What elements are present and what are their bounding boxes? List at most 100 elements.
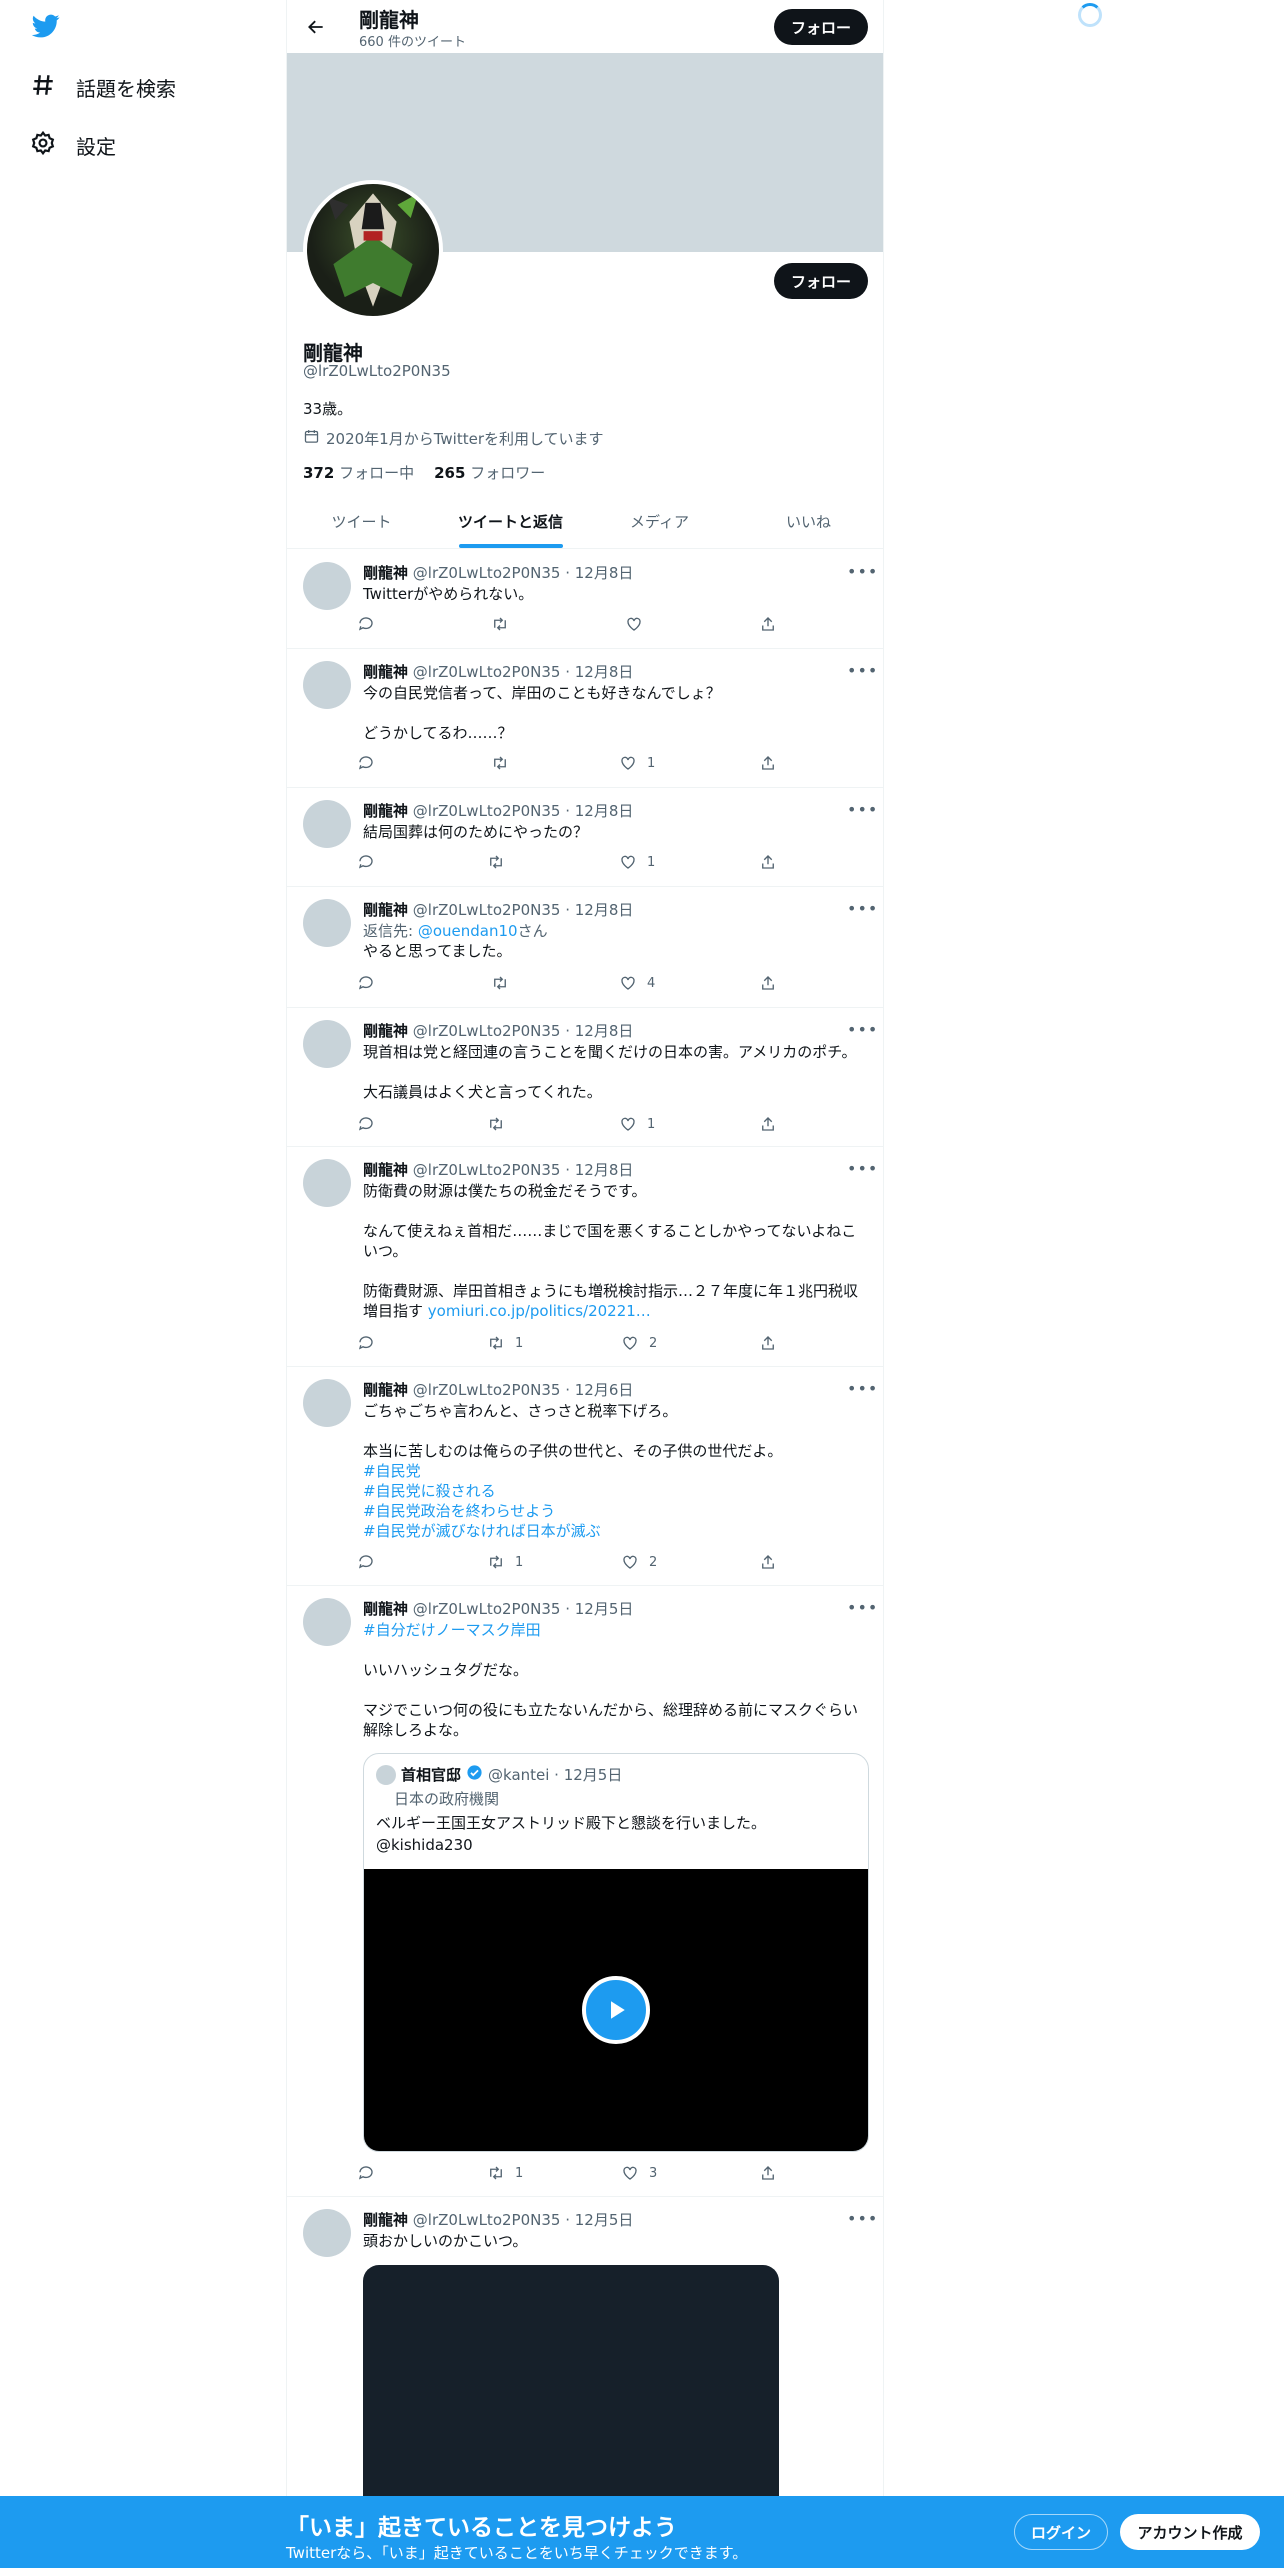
share-icon[interactable] xyxy=(759,1553,777,1571)
retweet-icon[interactable] xyxy=(491,615,519,633)
header-name: 剛龍神 xyxy=(359,8,419,32)
back-arrow-icon[interactable] xyxy=(301,12,331,42)
reply-icon[interactable] xyxy=(357,853,375,871)
share-icon[interactable] xyxy=(759,974,777,992)
tab-media[interactable]: メディア xyxy=(585,495,734,548)
tweet-avatar[interactable] xyxy=(303,2209,351,2257)
like-icon[interactable]: 1 xyxy=(619,754,655,772)
hashtag-link[interactable]: #自民党政治を終わらせよう xyxy=(363,1502,555,1520)
share-icon[interactable] xyxy=(759,2164,777,2182)
reply-icon[interactable] xyxy=(357,974,375,992)
hashtag-link[interactable]: #自分だけノーマスク岸田 xyxy=(363,1621,541,1639)
tweet-header: 剛龍神 @lrZ0LwLto2P0N35 · 12月8日 xyxy=(363,1161,634,1179)
tweet[interactable]: 剛龍神 @lrZ0LwLto2P0N35 · 12月8日 ••• 現首相は党と経… xyxy=(287,1008,883,1147)
quoted-tweet[interactable]: 首相官邸 @kantei · 12月5日 日本の政府機関 ベルギー王国王女アスト… xyxy=(363,1753,869,2152)
tweet-avatar[interactable] xyxy=(303,661,351,709)
profile-tabs: ツイート ツイートと返信 メディア いいね xyxy=(287,495,883,549)
profile-follow-button[interactable]: フォロー xyxy=(774,263,868,299)
reply-icon[interactable] xyxy=(357,2164,375,2182)
signup-button[interactable]: アカウント作成 xyxy=(1120,2514,1260,2550)
profile-joined-text: 2020年1月からTwitterを利用しています xyxy=(326,430,604,448)
retweet-icon[interactable]: 1 xyxy=(487,1334,523,1352)
hashtag-link[interactable]: #自民党 xyxy=(363,1462,421,1480)
tweet-avatar[interactable] xyxy=(303,1159,351,1207)
reply-icon[interactable] xyxy=(357,1115,375,1133)
share-icon[interactable] xyxy=(759,853,777,871)
article-link[interactable]: yomiuri.co.jp/politics/20221… xyxy=(428,1302,651,1320)
retweet-icon[interactable]: 1 xyxy=(487,1553,523,1571)
followers-link[interactable]: 265 フォロワー xyxy=(434,462,545,483)
tweet-header: 剛龍神 @lrZ0LwLto2P0N35 · 12月5日 xyxy=(363,2211,634,2229)
play-icon[interactable] xyxy=(582,1976,650,2044)
tweet-actions: 1 3 xyxy=(357,2164,797,2184)
profile-joined: 2020年1月からTwitterを利用しています xyxy=(303,428,604,449)
tab-likes[interactable]: いいね xyxy=(734,495,883,548)
profile-avatar[interactable] xyxy=(303,180,443,320)
tweet-avatar[interactable] xyxy=(303,800,351,848)
nav-settings-label: 設定 xyxy=(76,135,116,159)
tab-tweets[interactable]: ツイート xyxy=(287,495,436,548)
like-icon[interactable]: 4 xyxy=(619,974,655,992)
more-icon[interactable]: ••• xyxy=(847,1598,877,1618)
hashtag-link[interactable]: #自民党に殺される xyxy=(363,1482,496,1500)
reply-mention-link[interactable]: @ouendan10 xyxy=(418,922,518,940)
tweet-avatar[interactable] xyxy=(303,1020,351,1068)
header-follow-button[interactable]: フォロー xyxy=(774,9,868,45)
like-icon[interactable]: 1 xyxy=(619,853,655,871)
retweet-icon[interactable] xyxy=(487,853,515,871)
more-icon[interactable]: ••• xyxy=(847,562,877,582)
like-icon[interactable] xyxy=(625,615,653,633)
tweet-text: Twitterがやめられない。 xyxy=(363,585,534,603)
share-icon[interactable] xyxy=(759,754,777,772)
tab-tweets-and-replies[interactable]: ツイートと返信 xyxy=(436,495,585,548)
login-button[interactable]: ログイン xyxy=(1014,2514,1108,2550)
following-link[interactable]: 372 フォロー中 xyxy=(303,462,414,483)
like-icon[interactable]: 2 xyxy=(621,1334,657,1352)
more-icon[interactable]: ••• xyxy=(847,1379,877,1399)
retweet-icon[interactable] xyxy=(491,754,519,772)
share-icon[interactable] xyxy=(759,615,777,633)
tweet[interactable]: 剛龍神 @lrZ0LwLto2P0N35 · 12月8日 ••• Twitter… xyxy=(287,550,883,649)
more-icon[interactable]: ••• xyxy=(847,899,877,919)
tweet-avatar[interactable] xyxy=(303,1598,351,1646)
retweet-icon[interactable] xyxy=(491,974,519,992)
tweet[interactable]: 剛龍神 @lrZ0LwLto2P0N35 · 12月8日 ••• 今の自民党信者… xyxy=(287,649,883,788)
quoted-avatar xyxy=(376,1764,396,1785)
nav-settings[interactable]: 設定 xyxy=(30,130,116,161)
tweet[interactable]: 剛龍神 @lrZ0LwLto2P0N35 · 12月6日 ••• ごちゃごちゃ言… xyxy=(287,1367,883,1586)
tweet-avatar[interactable] xyxy=(303,562,351,610)
tweet-text: 今の自民党信者って、岸田のことも好きなんでしょ？ どうかしてるわ……？ xyxy=(363,684,721,742)
reply-icon[interactable] xyxy=(357,615,375,633)
hashtag-link[interactable]: #自民党が滅びなければ日本が滅ぶ xyxy=(363,1522,601,1540)
tweet[interactable]: 剛龍神 @lrZ0LwLto2P0N35 · 12月8日 ••• 返信先: @o… xyxy=(287,887,883,1008)
tweet-header: 剛龍神 @lrZ0LwLto2P0N35 · 12月8日 xyxy=(363,564,634,582)
tweet[interactable]: 剛龍神 @lrZ0LwLto2P0N35 · 12月8日 ••• 防衛費の財源は… xyxy=(287,1147,883,1367)
more-icon[interactable]: ••• xyxy=(847,2209,877,2229)
nav-explore[interactable]: 話題を検索 xyxy=(30,72,176,103)
reply-icon[interactable] xyxy=(357,754,375,772)
like-icon[interactable]: 2 xyxy=(621,1553,657,1571)
retweet-icon[interactable]: 1 xyxy=(487,2164,523,2182)
reply-icon[interactable] xyxy=(357,1334,375,1352)
tweet-text-body: いいハッシュタグだな。 マジでこいつ何の役にも立たないんだから、総理辞める前にマ… xyxy=(363,1661,859,1739)
like-icon[interactable]: 1 xyxy=(619,1115,655,1133)
tweet-avatar[interactable] xyxy=(303,1379,351,1427)
retweet-icon[interactable] xyxy=(487,1115,515,1133)
reply-icon[interactable] xyxy=(357,1553,375,1571)
verified-badge-icon xyxy=(466,1764,483,1785)
video-player[interactable] xyxy=(364,1869,868,2151)
more-icon[interactable]: ••• xyxy=(847,661,877,681)
share-icon[interactable] xyxy=(759,1334,777,1352)
share-icon[interactable] xyxy=(759,1115,777,1133)
tweet-media[interactable] xyxy=(363,2265,779,2525)
more-icon[interactable]: ••• xyxy=(847,1159,877,1179)
tweet[interactable]: 剛龍神 @lrZ0LwLto2P0N35 · 12月8日 ••• 結局国葬は何の… xyxy=(287,788,883,887)
gear-icon xyxy=(30,130,56,161)
twitter-logo-icon[interactable] xyxy=(30,12,66,44)
tweet[interactable]: 剛龍神 @lrZ0LwLto2P0N35 · 12月5日 ••• #自分だけノー… xyxy=(287,1586,883,2197)
more-icon[interactable]: ••• xyxy=(847,800,877,820)
more-icon[interactable]: ••• xyxy=(847,1020,877,1040)
tweet-text: ごちゃごちゃ言わんと、さっさと税率下げろ。 本当に苦しむのは俺らの子供の世代と、… xyxy=(363,1401,863,1541)
tweet-avatar[interactable] xyxy=(303,899,351,947)
like-icon[interactable]: 3 xyxy=(621,2164,657,2182)
